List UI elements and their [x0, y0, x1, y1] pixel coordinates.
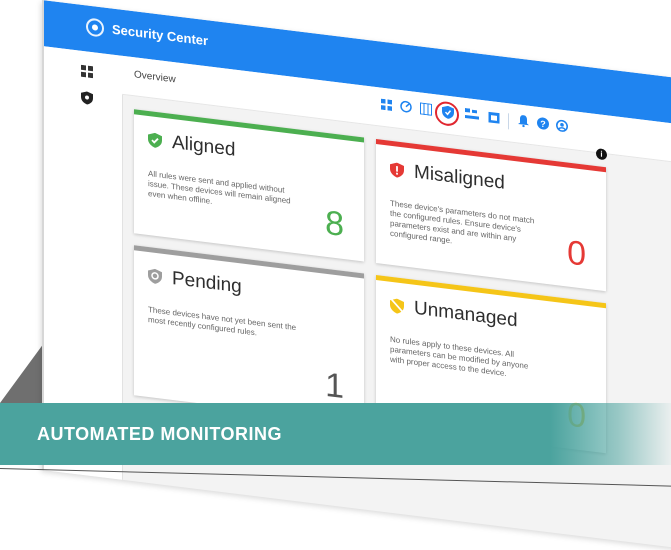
aligned-title: Aligned: [172, 131, 236, 161]
misaligned-card[interactable]: Misaligned These device's parameters do …: [376, 139, 606, 292]
pending-count: 1: [325, 365, 344, 407]
pending-card[interactable]: Pending These devices have not yet been …: [134, 245, 364, 424]
unmanaged-description: No rules apply to these devices. All par…: [390, 334, 529, 379]
misaligned-count: 0: [567, 233, 586, 274]
banner-title: AUTOMATED MONITORING: [37, 424, 282, 444]
info-icon[interactable]: i: [596, 148, 607, 161]
calendar-icon[interactable]: [486, 111, 502, 129]
svg-text:?: ?: [540, 119, 545, 130]
pending-title: Pending: [172, 267, 242, 298]
shield-check-icon: [148, 132, 162, 149]
aligned-count: 8: [325, 203, 344, 245]
shield-off-icon: [390, 298, 404, 315]
gauge-icon[interactable]: [398, 100, 414, 118]
columns-icon[interactable]: [418, 102, 434, 120]
unmanaged-title: Unmanaged: [414, 297, 518, 332]
grid-view-icon[interactable]: [378, 97, 394, 115]
misaligned-title: Misaligned: [414, 161, 505, 194]
dashboard-icon[interactable]: [80, 64, 94, 81]
app-title: Security Center: [112, 21, 209, 49]
feature-banner: AUTOMATED MONITORING: [0, 403, 671, 465]
bell-icon[interactable]: [515, 114, 531, 132]
screen-edge-shadow: [0, 343, 44, 403]
shield-alert-icon: [390, 162, 404, 179]
app-logo-icon: [86, 17, 104, 38]
aligned-description: All rules were sent and applied without …: [148, 169, 291, 206]
pending-description: These devices have not yet been sent the…: [148, 305, 297, 338]
toolbar-divider: [508, 113, 509, 130]
user-account-icon[interactable]: [554, 119, 570, 137]
page-title: Overview: [134, 69, 176, 86]
misaligned-description: These device's parameters do not match t…: [390, 198, 535, 246]
screenshot-stage: Security Center Overview ? Aligned All r…: [0, 0, 671, 550]
aligned-card[interactable]: Aligned All rules were sent and applied …: [134, 109, 364, 262]
highlighted-shield-ring: [435, 100, 459, 128]
security-shield-icon[interactable]: [80, 91, 94, 107]
shield-pending-icon: [148, 268, 162, 285]
network-icon[interactable]: [464, 107, 480, 126]
app-window: Security Center Overview ? Aligned All r…: [42, 0, 671, 550]
help-icon[interactable]: ?: [535, 117, 551, 135]
